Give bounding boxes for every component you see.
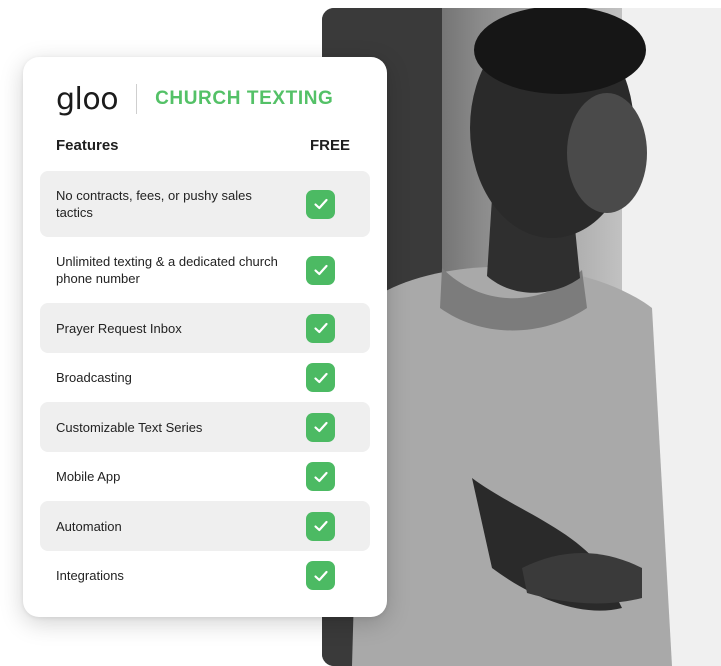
feature-row: Integrations [40, 551, 370, 600]
feature-row: Automation [40, 501, 370, 551]
checkmark-icon [306, 561, 335, 590]
feature-label: Broadcasting [56, 370, 132, 385]
table-header: Features FREE [56, 137, 350, 154]
features-column-header: Features [56, 137, 119, 154]
feature-row: Broadcasting [40, 353, 370, 402]
feature-label: Mobile App [56, 469, 121, 484]
feature-label: Integrations [56, 568, 124, 583]
feature-row: Prayer Request Inbox [40, 303, 370, 353]
brand-divider [136, 84, 138, 114]
feature-list: No contracts, fees, or pushy sales tacti… [40, 171, 370, 600]
pricing-card: gloo CHURCH TEXTING Features FREE No con… [23, 57, 387, 617]
checkmark-icon [306, 462, 335, 491]
checkmark-icon [306, 363, 335, 392]
feature-label: Automation [56, 518, 122, 534]
feature-row: Customizable Text Series [40, 402, 370, 452]
brand-header: gloo CHURCH TEXTING [56, 79, 333, 119]
free-column-header: FREE [309, 137, 350, 154]
feature-row: No contracts, fees, or pushy sales tacti… [40, 171, 370, 237]
feature-label: Prayer Request Inbox [56, 320, 182, 336]
checkmark-icon [306, 255, 335, 285]
gloo-logo: gloo [56, 81, 119, 117]
feature-label: No contracts, fees, or pushy sales tacti… [56, 188, 252, 220]
checkmark-icon [306, 189, 335, 219]
product-title: CHURCH TEXTING [155, 88, 334, 109]
checkmark-icon [306, 313, 335, 343]
checkmark-icon [306, 412, 335, 442]
feature-row: Mobile App [40, 452, 370, 501]
checkmark-icon [306, 511, 335, 541]
feature-row: Unlimited texting & a dedicated church p… [40, 237, 370, 303]
feature-label: Unlimited texting & a dedicated church p… [56, 254, 278, 286]
feature-label: Customizable Text Series [56, 419, 203, 435]
